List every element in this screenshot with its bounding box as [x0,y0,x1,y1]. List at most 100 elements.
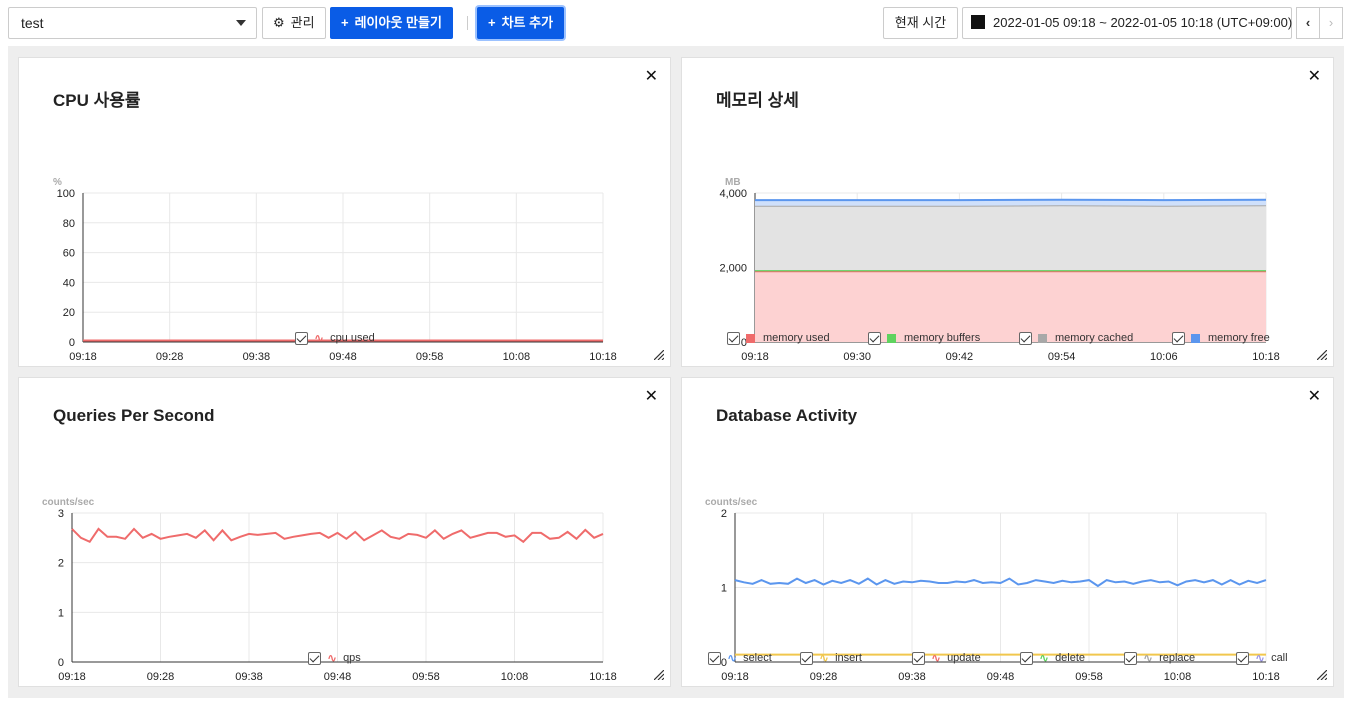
y-tick-label: 2,000 [719,263,747,275]
y-tick-label: 2 [721,508,727,520]
toolbar: test ⚙ 관리 + 레이아웃 만들기 + 차트 추가 현재 시간 2022-01-… [0,0,1352,46]
x-tick-label: 09:18 [721,671,749,683]
now-button[interactable]: 현재 시간 [883,7,958,39]
checkbox[interactable] [308,651,321,665]
now-button-label: 현재 시간 [894,15,947,30]
manage-button[interactable]: ⚙ 관리 [262,7,326,39]
x-tick-label: 10:18 [1252,671,1280,683]
y-tick-label: 3 [58,508,64,520]
legend-label: memory free [1208,332,1270,344]
y-unit-label: MB [725,177,741,188]
x-tick-label: 09:42 [946,351,974,363]
line-series-icon: ∿ [327,651,338,665]
y-tick-label: 20 [63,307,75,319]
x-tick-label: 10:18 [1252,351,1280,363]
line-series-icon: ∿ [931,651,942,665]
checkbox[interactable] [1172,331,1185,345]
memory-panel-title: 메모리 상세 [716,91,799,110]
area-memory-cached [755,205,1266,271]
resize-handle-icon[interactable] [654,350,664,360]
x-tick-label: 09:38 [243,351,271,363]
legend-item-memory-buffers[interactable]: memory buffers [868,330,980,346]
gear-icon: ⚙ [273,15,285,30]
line-series-icon: ∿ [314,331,325,345]
plus-icon: + [488,15,496,30]
x-tick-label: 09:58 [416,351,444,363]
dashboard-board: CPU 사용률 ✕ % 0 20 40 60 80 100 09:18 09:28 09:38 09… [8,46,1344,698]
legend-item-call[interactable]: ∿ call [1236,650,1288,666]
checkbox[interactable] [800,651,813,665]
prev-range-button[interactable]: ‹ [1296,7,1320,39]
make-layout-button[interactable]: + 레이아웃 만들기 [330,7,453,39]
x-tick-label: 10:18 [589,671,617,683]
close-icon[interactable]: ✕ [645,386,658,406]
x-tick-label: 09:48 [987,671,1015,683]
line-series-icon: ∿ [727,651,738,665]
y-tick-label: 1 [721,583,727,595]
resize-handle-icon[interactable] [654,670,664,680]
legend-item-update[interactable]: ∿ update [912,650,981,666]
legend-item-delete[interactable]: ∿ delete [1020,650,1085,666]
checkbox[interactable] [1236,651,1249,665]
db-activity-panel: Database Activity ✕ counts/sec 0 1 2 09:18 09… [681,377,1334,687]
cpu-legend: ∿ cpu used [19,330,670,350]
checkbox[interactable] [912,651,925,665]
checkbox[interactable] [295,331,308,345]
legend-item-memory-cached[interactable]: memory cached [1019,330,1133,346]
time-range-picker[interactable]: 2022-01-05 09:18 ~ 2022-01-05 10:18 (UTC… [962,7,1292,39]
add-chart-button[interactable]: + 차트 추가 [477,7,565,39]
line-series-icon: ∿ [1143,651,1154,665]
resize-handle-icon[interactable] [1317,670,1327,680]
legend-item-select[interactable]: ∿ select [708,650,772,666]
x-tick-label: 10:18 [589,351,617,363]
legend-item-replace[interactable]: ∿ replace [1124,650,1195,666]
legend-item-memory-free[interactable]: memory free [1172,330,1270,346]
legend-label: qps [343,652,361,664]
close-icon[interactable]: ✕ [1308,66,1321,86]
qps-panel: Queries Per Second ✕ counts/sec 0 1 2 3 09:18… [18,377,671,687]
resize-handle-icon[interactable] [1317,350,1327,360]
checkbox[interactable] [708,651,721,665]
close-icon[interactable]: ✕ [645,66,658,86]
memory-legend: memory used memory buffers memory cached… [682,330,1333,350]
layout-select[interactable]: test [8,7,257,39]
y-unit-label: counts/sec [42,497,95,508]
x-tick-label: 09:28 [156,351,184,363]
color-swatch-icon [1191,333,1200,343]
color-swatch-icon [887,333,896,343]
calendar-icon [971,15,985,29]
legend-item-cpu-used[interactable]: ∿ cpu used [295,330,375,346]
legend-label: replace [1159,652,1196,664]
legend-label: memory used [763,332,830,344]
x-tick-label: 10:08 [501,671,529,683]
legend-label: call [1271,652,1288,664]
legend-item-insert[interactable]: ∿ insert [800,650,862,666]
memory-panel: 메모리 상세 ✕ MB 0 2,000 4,000 09:18 09:30 09:42 09:… [681,57,1334,367]
y-tick-label: 100 [57,188,75,200]
layout-select-value: test [21,15,44,31]
legend-item-qps[interactable]: ∿ qps [308,650,361,666]
legend-label: select [743,652,772,664]
checkbox[interactable] [868,331,881,345]
close-icon[interactable]: ✕ [1308,386,1321,406]
cpu-panel-title: CPU 사용률 [53,91,141,110]
qps-legend: ∿ qps [19,650,670,670]
next-range-button[interactable]: › [1319,7,1343,39]
checkbox[interactable] [1019,331,1032,345]
legend-label: memory buffers [904,332,981,344]
legend-item-memory-used[interactable]: memory used [727,330,830,346]
x-tick-label: 09:28 [147,671,175,683]
x-tick-label: 09:54 [1048,351,1076,363]
checkbox[interactable] [1020,651,1033,665]
y-tick-label: 4,000 [719,188,747,200]
plus-icon: + [341,15,349,30]
chevron-left-icon: ‹ [1305,15,1311,30]
y-tick-label: 60 [63,248,75,260]
y-tick-label: 40 [63,277,75,289]
x-tick-label: 09:48 [329,351,357,363]
manage-button-label: 관리 [290,15,315,30]
checkbox[interactable] [727,331,740,345]
x-tick-label: 09:30 [843,351,871,363]
color-swatch-icon [746,333,755,343]
checkbox[interactable] [1124,651,1137,665]
